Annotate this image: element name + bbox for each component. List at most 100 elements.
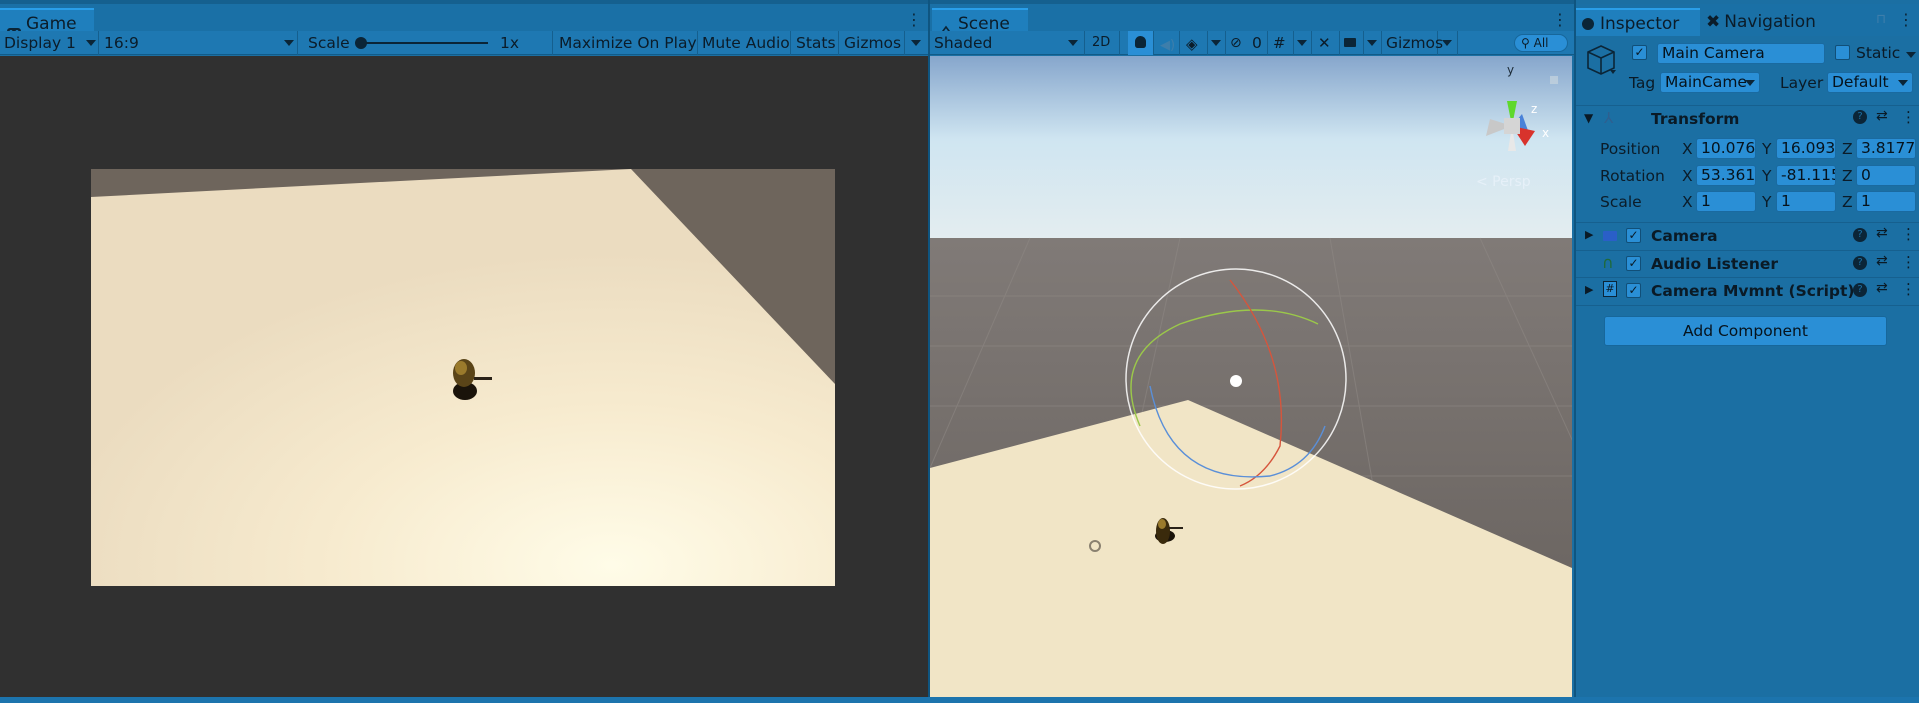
rotation-z-field[interactable]: 0 — [1856, 165, 1916, 186]
preset-icon[interactable]: ⇄ — [1876, 280, 1888, 296]
position-x-field[interactable]: 10.0767 — [1696, 138, 1756, 159]
scl-x-label[interactable]: X — [1682, 193, 1693, 211]
aspect-dropdown[interactable]: 16:9 — [100, 31, 298, 55]
game-gizmos-dropdown[interactable] — [905, 31, 928, 55]
inspector-menu-icon[interactable]: ⋮ — [1898, 10, 1914, 29]
grid-toggle[interactable]: # — [1268, 31, 1294, 55]
shading-mode-dropdown[interactable]: Shaded — [930, 31, 1085, 55]
camera-mvmnt-script-header[interactable]: ▶ # ✓ Camera Mvmnt (Script) ? ⇄ ⋮ — [1576, 277, 1919, 304]
audio-toggle[interactable]: ◀) — [1154, 31, 1180, 55]
camera-component-header[interactable]: ▶ ✓ Camera ? ⇄ ⋮ — [1576, 222, 1919, 249]
pos-x-label[interactable]: X — [1682, 140, 1693, 158]
scene-menu-icon[interactable]: ⋮ — [1552, 10, 1568, 29]
scl-z-label[interactable]: Z — [1842, 193, 1853, 211]
display-dropdown[interactable]: Display 1 — [0, 31, 99, 55]
grid-dropdown[interactable] — [1294, 31, 1312, 55]
scl-y-label[interactable]: Y — [1762, 193, 1771, 211]
scene-search-input[interactable]: ⚲ All — [1514, 34, 1568, 52]
script-enabled-checkbox[interactable]: ✓ — [1626, 283, 1641, 298]
gamepad-icon — [6, 18, 22, 35]
persp-label[interactable]: < Persp — [1476, 174, 1531, 190]
rotation-y-field[interactable]: -81.115 — [1776, 165, 1836, 186]
transform-header[interactable]: ▼ ⅄ Transform ? ⇄ ⋮ — [1576, 105, 1919, 132]
mode-2d-toggle[interactable]: 2D — [1086, 31, 1120, 55]
game-viewport-background — [0, 56, 928, 698]
chevron-down-icon — [1745, 80, 1755, 86]
scale-z-value: 1 — [1861, 192, 1871, 210]
maximize-on-play-toggle[interactable]: Maximize On Play — [554, 31, 698, 55]
scale-x-field[interactable]: 1 — [1696, 191, 1756, 212]
game-gizmos-toggle[interactable]: Gizmos — [839, 31, 905, 55]
scale-label: Scale — [308, 34, 350, 52]
chevron-down-icon[interactable] — [1610, 70, 1616, 74]
game-toolbar: Display 1 16:9 Scale 1x Maximize On Play… — [0, 31, 928, 55]
chevron-down-icon — [1068, 40, 1078, 46]
stats-label: Stats — [796, 34, 836, 52]
component-menu-icon[interactable]: ⋮ — [1901, 253, 1916, 271]
mute-audio-toggle[interactable]: Mute Audio — [698, 31, 791, 55]
foldout-expanded-icon: ▼ — [1584, 111, 1594, 125]
rot-z-label[interactable]: Z — [1842, 167, 1853, 185]
rot-x-label[interactable]: X — [1682, 167, 1693, 185]
scale-y-field[interactable]: 1 — [1776, 191, 1836, 212]
hidden-objects-toggle[interactable]: ⊘ 0 — [1226, 31, 1268, 55]
help-icon[interactable]: ? — [1853, 256, 1867, 270]
axis-z-label: z — [1531, 102, 1538, 116]
camera-dropdown[interactable] — [1364, 31, 1382, 55]
audio-listener-component-header[interactable]: ∩ ✓ Audio Listener ? ⇄ ⋮ — [1576, 250, 1919, 277]
camera-enabled-checkbox[interactable]: ✓ — [1626, 228, 1641, 243]
scale-slider-handle[interactable] — [355, 37, 367, 49]
pos-y-label[interactable]: Y — [1762, 140, 1771, 158]
position-z-field[interactable]: 3.81770 — [1856, 138, 1916, 159]
audio-listener-enabled-checkbox[interactable]: ✓ — [1626, 256, 1641, 271]
position-y-value: 16.0933 — [1781, 139, 1836, 157]
position-y-field[interactable]: 16.0933 — [1776, 138, 1836, 159]
scale-row-label: Scale — [1600, 193, 1642, 211]
scene-toolbar: Shaded 2D ◀) ◈ ⊘ 0 # ✕ Gizmos ⚲ All — [930, 31, 1574, 55]
mute-label: Mute Audio — [702, 34, 790, 52]
effects-dropdown[interactable] — [1208, 31, 1226, 55]
preset-icon[interactable]: ⇄ — [1876, 108, 1888, 124]
scene-viewport[interactable]: y z x < Persp — [930, 56, 1572, 698]
tab-navigation[interactable]: ✖ Navigation — [1706, 8, 1816, 36]
scale-z-field[interactable]: 1 — [1856, 191, 1916, 212]
game-render-view[interactable] — [91, 169, 835, 586]
scene-gizmos-toggle[interactable]: Gizmos — [1382, 31, 1443, 55]
lock-icon[interactable]: ⊓ — [1876, 12, 1886, 27]
preset-icon[interactable]: ⇄ — [1876, 253, 1888, 269]
tools-toggle[interactable]: ✕ — [1312, 31, 1340, 55]
object-name-field[interactable]: Main Camera — [1657, 43, 1825, 64]
component-menu-icon[interactable]: ⋮ — [1901, 225, 1916, 243]
game-menu-icon[interactable]: ⋮ — [906, 10, 922, 29]
panel-divider[interactable] — [928, 0, 930, 698]
script-icon: # — [1603, 281, 1617, 297]
scene-gizmos-dropdown[interactable] — [1438, 31, 1458, 55]
tag-dropdown[interactable]: MainCame — [1660, 72, 1760, 93]
tab-inspector[interactable]: Inspector — [1576, 8, 1700, 36]
lighting-toggle[interactable] — [1128, 31, 1154, 55]
help-icon[interactable]: ? — [1853, 283, 1867, 297]
layer-dropdown[interactable]: Default — [1827, 72, 1913, 93]
chevron-down-icon — [1211, 40, 1221, 46]
rot-y-label[interactable]: Y — [1762, 167, 1771, 185]
static-dropdown-arrow[interactable] — [1906, 52, 1916, 58]
scale-slider[interactable] — [358, 42, 488, 44]
effects-toggle[interactable]: ◈ — [1180, 31, 1208, 55]
pos-z-label[interactable]: Z — [1842, 140, 1853, 158]
help-icon[interactable]: ? — [1853, 228, 1867, 242]
rotation-row: Rotation X 53.361 Y -81.115 Z 0 — [1576, 165, 1919, 189]
help-icon[interactable]: ? — [1853, 110, 1867, 124]
camera-settings-toggle[interactable] — [1340, 31, 1364, 55]
panel-divider[interactable] — [1574, 0, 1576, 698]
rotation-x-field[interactable]: 53.361 — [1696, 165, 1756, 186]
static-checkbox[interactable] — [1835, 45, 1850, 60]
display-value: Display 1 — [4, 34, 76, 52]
scale-y-value: 1 — [1781, 192, 1791, 210]
component-menu-icon[interactable]: ⋮ — [1901, 108, 1916, 126]
stats-toggle[interactable]: Stats — [791, 31, 839, 55]
object-active-checkbox[interactable]: ✓ — [1632, 45, 1647, 60]
add-component-button[interactable]: Add Component — [1604, 316, 1887, 346]
preset-icon[interactable]: ⇄ — [1876, 225, 1888, 241]
component-menu-icon[interactable]: ⋮ — [1901, 280, 1916, 298]
add-component-label: Add Component — [1683, 322, 1808, 340]
